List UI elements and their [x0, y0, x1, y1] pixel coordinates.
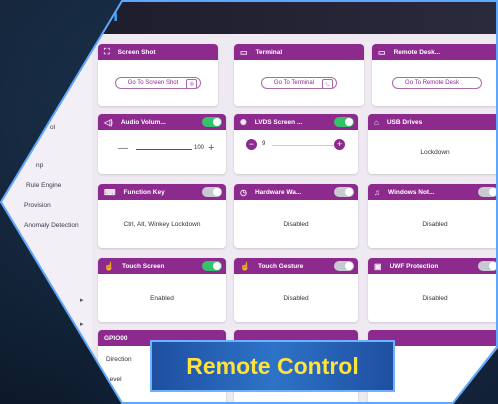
minus-icon[interactable]: — — [118, 144, 128, 154]
card-title: Terminal — [255, 48, 283, 56]
sidebar-item-np[interactable]: np — [36, 162, 43, 169]
card-title: USB Drives — [386, 118, 423, 126]
volume-value: 100 — [194, 145, 205, 151]
card-title: Screen Shot — [117, 48, 156, 56]
card-header: ◷ Hardware Wa... — [234, 184, 358, 200]
touch-icon: ☝ — [104, 261, 114, 271]
chevron-right-icon[interactable]: ▸ — [80, 296, 84, 304]
brightness-icon: ✺ — [240, 117, 247, 127]
brightness-value: 9 — [262, 141, 266, 147]
status-text: Ctrl, Alt, Winkey Lockdown — [123, 220, 201, 228]
card-title: UWF Protection — [389, 262, 439, 270]
watchdog-toggle[interactable] — [334, 187, 354, 197]
card-header: ◁) Audio Volum... — [98, 114, 226, 130]
card-screen-shot: ⛶ Screen Shot Go To Screen Shot ◎ — [98, 44, 218, 106]
direction-label: Direction — [106, 356, 132, 363]
sidebar-item-provision[interactable]: Provision — [24, 202, 51, 209]
gesture-icon: ☝ — [240, 261, 250, 271]
card-header: ⌨ Function Key — [98, 184, 226, 200]
card-audio-volume: ◁) Audio Volum... — 100 + — [98, 114, 226, 174]
card-touch-gesture: ☝ Touch Gesture Disabled — [234, 258, 358, 322]
card-header: ▭ Terminal — [234, 44, 364, 60]
card-title: Windows Not... — [388, 188, 435, 196]
card-uwf-protection: ▣ UWF Protection Disabled — [368, 258, 498, 322]
card-header: ✺ LVDS Screen ... — [234, 114, 358, 130]
decrease-button[interactable]: − — [246, 139, 257, 150]
audio-toggle[interactable] — [202, 117, 222, 127]
card-title: LVDS Screen ... — [254, 118, 303, 126]
keyboard-icon: ⌨ — [104, 187, 116, 197]
go-to-screen-shot-button[interactable]: Go To Screen Shot ◎ — [114, 77, 202, 89]
touch-screen-toggle[interactable] — [202, 261, 222, 271]
card-windows-notifications: ♫ Windows Not... Disabled — [368, 184, 498, 248]
notifications-toggle[interactable] — [478, 187, 498, 197]
plus-icon[interactable]: + — [208, 142, 214, 154]
sidebar-item-rule-engine[interactable]: Rule Engine — [26, 182, 61, 189]
screenshot-icon: ⛶ — [104, 47, 110, 56]
card-terminal: ▭ Terminal Go To Terminal ›_ — [234, 44, 364, 106]
uwf-toggle[interactable] — [478, 261, 498, 271]
card-header: ♫ Windows Not... — [368, 184, 498, 200]
status-text: Disabled — [283, 294, 309, 302]
increase-button[interactable]: + — [334, 139, 345, 150]
terminal-icon: ›_ — [322, 79, 334, 89]
status-text: Enabled — [150, 294, 174, 302]
speaker-icon: ◁) — [104, 117, 113, 127]
card-header: ⌂ USB Drives — [368, 114, 498, 130]
title-bar: m — [96, 0, 498, 34]
card-title: Audio Volum... — [120, 118, 166, 126]
go-to-remote-desktop-button[interactable]: Go To Remote Desk — [392, 77, 482, 89]
card-title: Hardware Wa... — [254, 188, 302, 196]
status-text: Disabled — [422, 294, 448, 302]
chevron-right-icon[interactable]: ▸ — [80, 320, 84, 328]
card-lvds-screen: ✺ LVDS Screen ... − 9 + — [234, 114, 358, 174]
sidebar-item-anomaly-detection[interactable]: Anomaly Detection — [24, 222, 79, 229]
sidebar-item-ol[interactable]: ol — [50, 124, 55, 131]
card-header: ▭ Remote Desk... — [372, 44, 498, 60]
remote-control-banner: Remote Control — [150, 340, 395, 392]
status-text: Disabled — [422, 220, 448, 228]
camera-icon: ◎ — [186, 79, 198, 89]
monitor-icon: ▭ — [378, 47, 386, 57]
shield-icon: ▣ — [374, 261, 382, 271]
audio-volume-slider[interactable]: — 100 + — [108, 142, 216, 154]
card-function-key: ⌨ Function Key Ctrl, Alt, Winkey Lockdow… — [98, 184, 226, 248]
card-title: Remote Desk... — [393, 48, 441, 56]
status-text: Lockdown — [420, 148, 450, 156]
touch-gesture-toggle[interactable] — [334, 261, 354, 271]
usb-icon: ⌂ — [374, 117, 379, 127]
function-key-toggle[interactable] — [202, 187, 222, 197]
card-remote-desktop: ▭ Remote Desk... Go To Remote Desk — [372, 44, 498, 106]
card-usb-drives: ⌂ USB Drives Lockdown — [368, 114, 498, 174]
brightness-stepper[interactable]: − 9 + — [244, 139, 348, 150]
card-header: ▣ UWF Protection — [368, 258, 498, 274]
card-header: ☝ Touch Screen — [98, 258, 226, 274]
card-header: ☝ Touch Gesture — [234, 258, 358, 274]
card-title: GPIO00 — [104, 334, 128, 342]
status-text: Disabled — [283, 220, 309, 228]
lvds-toggle[interactable] — [334, 117, 354, 127]
go-to-terminal-button[interactable]: Go To Terminal ›_ — [260, 77, 338, 89]
card-title: Touch Screen — [121, 262, 165, 270]
card-title: Touch Gesture — [257, 262, 304, 270]
watchdog-icon: ◷ — [240, 187, 247, 197]
banner-text: Remote Control — [186, 352, 359, 379]
card-hardware-watchdog: ◷ Hardware Wa... Disabled — [234, 184, 358, 248]
card-touch-screen: ☝ Touch Screen Enabled — [98, 258, 226, 322]
bell-icon: ♫ — [374, 187, 380, 197]
terminal-icon: ▭ — [240, 47, 248, 57]
card-title: Function Key — [123, 188, 165, 196]
card-header: ⛶ Screen Shot — [98, 44, 218, 60]
